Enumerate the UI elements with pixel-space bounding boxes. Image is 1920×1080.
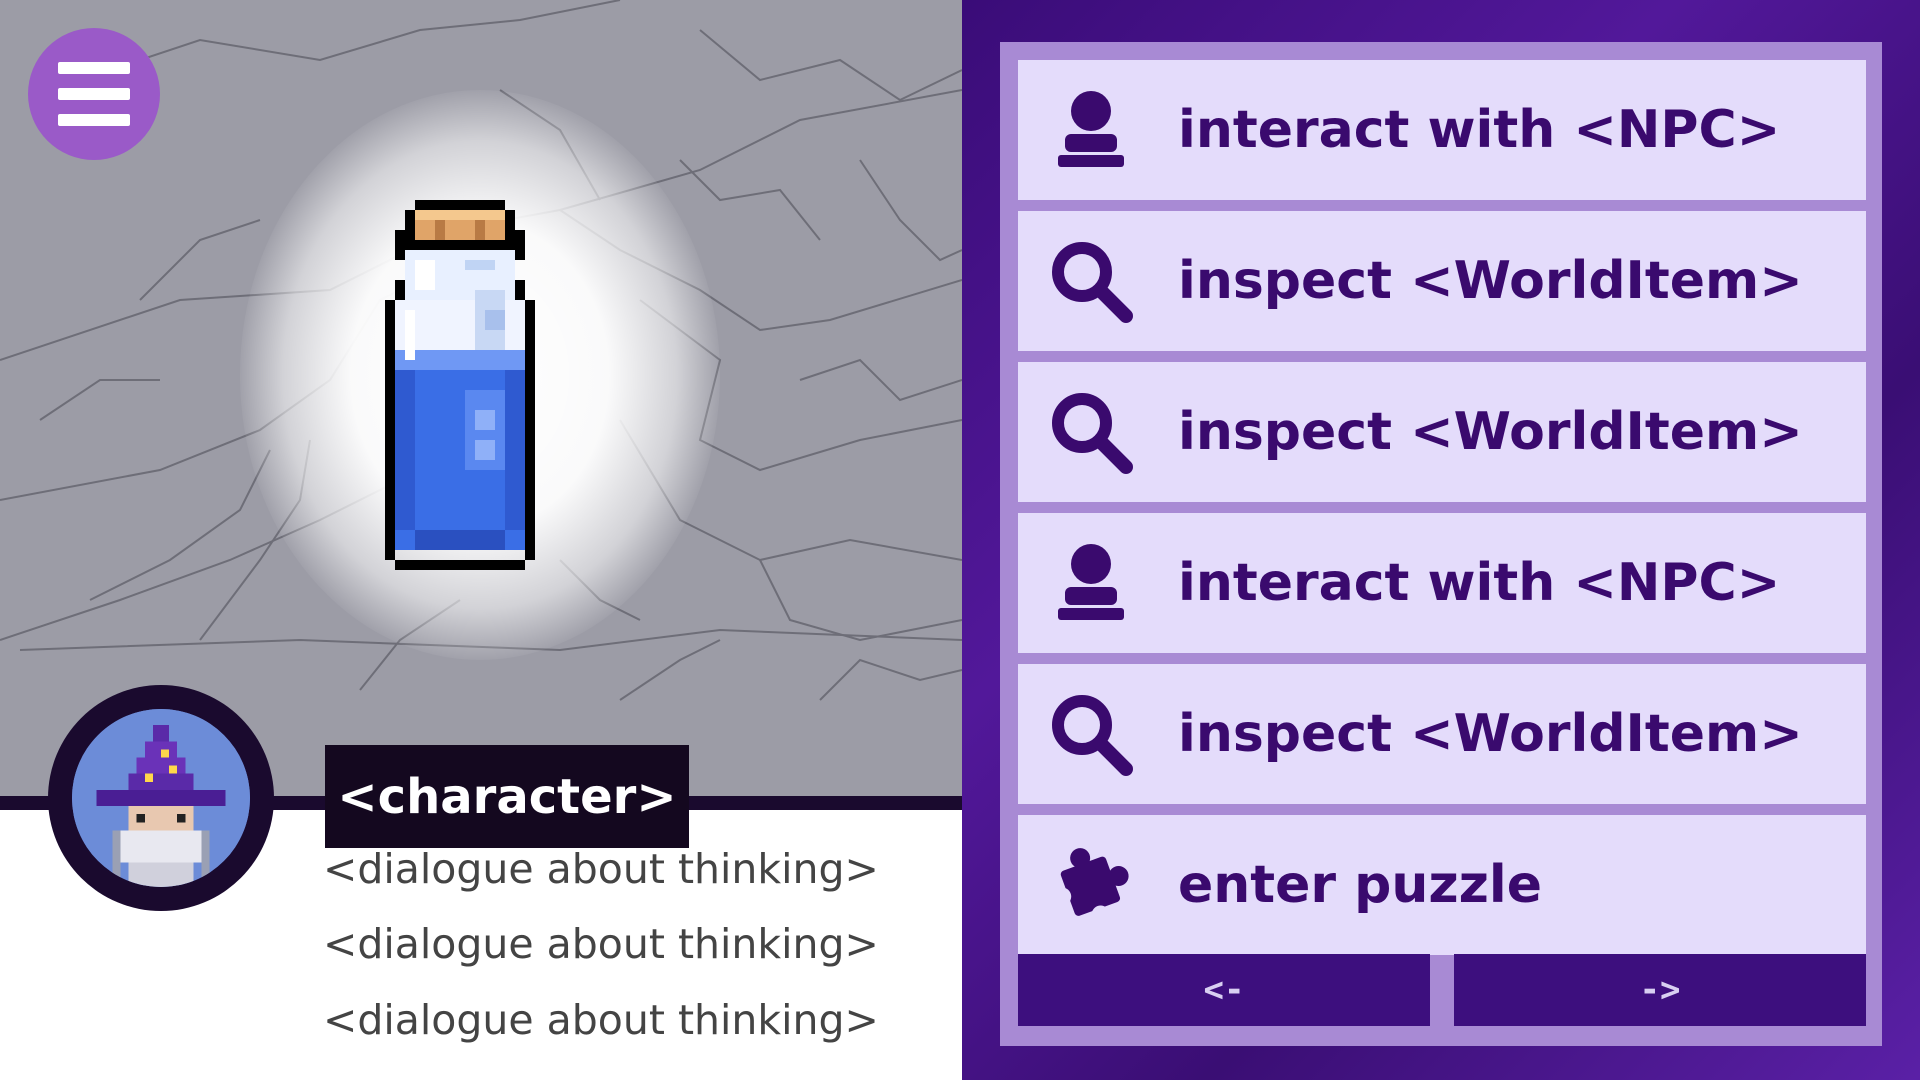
person-icon: [1058, 91, 1124, 167]
action-label: inspect <WorldItem>: [1178, 402, 1803, 462]
magnifier-icon: [1052, 695, 1133, 776]
puzzle-piece-icon: [1053, 848, 1129, 924]
previous-page-label: <-: [1203, 970, 1245, 1010]
magnifier-icon: [1052, 242, 1133, 323]
action-label: interact with <NPC>: [1178, 553, 1781, 613]
previous-page-button[interactable]: <-: [1018, 954, 1430, 1026]
action-label: inspect <WorldItem>: [1178, 251, 1803, 311]
next-page-button[interactable]: ->: [1454, 954, 1866, 1026]
dialogue-line: <dialogue about thinking>: [323, 996, 879, 1044]
dialogue-line: <dialogue about thinking>: [323, 845, 879, 893]
action-button-inspect-item[interactable]: inspect <WorldItem>: [1018, 664, 1866, 804]
dialogue-line: <dialogue about thinking>: [323, 920, 879, 968]
menu-button[interactable]: [28, 28, 160, 160]
action-button-interact-npc[interactable]: interact with <NPC>: [1018, 513, 1866, 653]
person-icon: [1058, 544, 1124, 620]
character-name: <character>: [337, 768, 677, 825]
action-label: inspect <WorldItem>: [1178, 704, 1803, 764]
potion-bottle-icon[interactable]: [385, 200, 575, 590]
wizard-portrait-icon: [72, 709, 250, 887]
action-button-enter-puzzle[interactable]: enter puzzle: [1018, 815, 1866, 955]
action-label: enter puzzle: [1178, 855, 1543, 915]
action-label: interact with <NPC>: [1178, 100, 1781, 160]
magnifier-icon: [1052, 393, 1133, 474]
action-button-inspect-item[interactable]: inspect <WorldItem>: [1018, 362, 1866, 502]
next-page-label: ->: [1639, 970, 1681, 1010]
action-button-interact-npc[interactable]: interact with <NPC>: [1018, 60, 1866, 200]
action-button-inspect-item[interactable]: inspect <WorldItem>: [1018, 211, 1866, 351]
scene-viewport: [0, 0, 962, 802]
character-name-tag: <character>: [325, 745, 689, 848]
